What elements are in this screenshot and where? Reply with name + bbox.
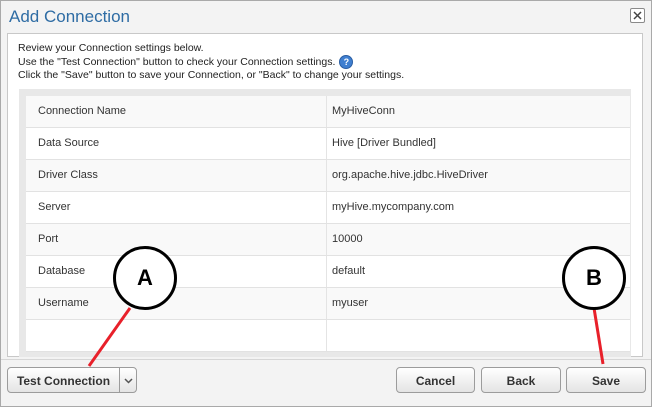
row-label: Connection Name [38,105,127,117]
title-bar: Add Connection [1,1,651,32]
back-button[interactable]: Back [481,367,561,393]
row-value: MyHiveConn [332,105,395,117]
close-icon [633,11,642,20]
row-value: 10000 [332,233,363,245]
row-value: myuser [332,297,369,309]
row-value: Hive [Driver Bundled] [332,137,436,149]
footer-divider [1,359,651,360]
table-row: Driver Class org.apache.hive.jdbc.HiveDr… [26,160,630,192]
table-row: Port 10000 [26,224,630,256]
test-connection-dropdown[interactable] [119,367,137,393]
callout-a: A [113,246,177,310]
row-label: Username [38,297,89,309]
dialog-content: Review your Connection settings below. U… [7,33,643,357]
settings-table: Connection Name MyHiveConn Data Source H… [19,89,631,357]
add-connection-dialog: Add Connection Review your Connection se… [0,0,652,407]
table-row: Connection Name MyHiveConn [26,96,630,128]
save-button[interactable]: Save [566,367,646,393]
row-label: Port [38,233,59,245]
cell-divider [326,320,327,351]
callout-b: B [562,246,626,310]
cell-divider [326,128,327,159]
instruction-line-3: Click the "Save" button to save your Con… [18,69,405,81]
row-label: Server [38,201,71,213]
cell-divider [326,256,327,287]
cell-divider [326,224,327,255]
close-button[interactable] [630,8,645,23]
row-value: org.apache.hive.jdbc.HiveDriver [332,169,488,181]
cancel-button[interactable]: Cancel [396,367,475,393]
instruction-line-1: Review your Connection settings below. [18,42,204,54]
instruction-line-2-wrap: Use the "Test Connection" button to chec… [18,55,354,69]
test-connection-button[interactable]: Test Connection [7,367,120,393]
table-row: Data Source Hive [Driver Bundled] [26,128,630,160]
cell-divider [326,96,327,127]
chevron-down-icon [124,378,133,384]
row-label: Driver Class [38,169,98,181]
row-value: myHive.mycompany.com [332,201,455,213]
cell-divider [326,288,327,319]
row-label: Data Source [38,137,100,149]
dialog-title: Add Connection [9,7,130,26]
help-icon[interactable]: ? [339,55,354,69]
cell-divider [326,160,327,191]
row-label: Database [38,265,86,277]
instruction-line-2: Use the "Test Connection" button to chec… [18,55,336,68]
row-value: default [332,265,366,277]
table-row: Server myHive.mycompany.com [26,192,630,224]
table-row [26,320,630,352]
cell-divider [326,192,327,223]
